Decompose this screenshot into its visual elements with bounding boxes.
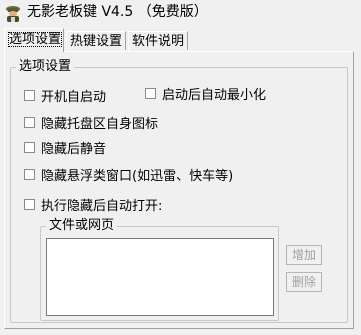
checkbox-autostart-label: 开机自启动 [41,89,107,105]
checkbox-hide-floating-windows[interactable]: 隐藏悬浮类窗口(如迅雷、快车等) [24,166,234,184]
tab-hotkeys[interactable]: 热键设置 [66,31,126,50]
checkbox-open-after-label: 执行隐藏后自动打开: [41,198,163,214]
checkbox-box[interactable] [24,141,35,153]
checkbox-minimize-on-start[interactable]: 启动后自动最小化 [145,85,267,103]
file-group-legend: 文件或网页 [46,218,118,234]
checkbox-mute-label: 隐藏后静音 [41,141,107,157]
tab-help-label: 软件说明 [132,34,185,49]
add-button[interactable]: 增加 [286,245,322,265]
tab-hotkeys-label: 热键设置 [70,34,123,49]
checkbox-open-after-hide[interactable]: 执行隐藏后自动打开: [24,196,163,214]
checkbox-floating-label: 隐藏悬浮类窗口(如迅雷、快车等) [41,168,234,184]
window-title: 无影老板键 V4.5 （免费版） [27,4,208,20]
title-bar: 无影老板键 V4.5 （免费版） [0,0,361,26]
tab-options-label: 选项设置 [8,32,63,47]
file-list-textarea[interactable] [46,238,274,316]
tab-strip: 选项设置 热键设置 软件说明 [4,28,356,52]
checkbox-autostart[interactable]: 开机自启动 [24,87,107,105]
checkbox-box[interactable] [145,87,156,99]
checkbox-mute-on-hide[interactable]: 隐藏后静音 [24,139,107,157]
tab-options[interactable]: 选项设置 [4,28,64,52]
checkbox-box[interactable] [24,116,35,128]
tab-help[interactable]: 软件说明 [128,31,188,50]
app-icon [6,6,20,22]
checkbox-box[interactable] [24,168,35,180]
checkbox-minimize-label: 启动后自动最小化 [162,87,267,103]
checkbox-box[interactable] [24,89,35,101]
options-group-legend: 选项设置 [16,59,75,75]
checkbox-hide-tray-icon[interactable]: 隐藏托盘区自身图标 [24,114,159,132]
delete-button[interactable]: 删除 [286,272,322,292]
checkbox-box[interactable] [24,198,35,210]
checkbox-hide-tray-label: 隐藏托盘区自身图标 [41,116,159,132]
